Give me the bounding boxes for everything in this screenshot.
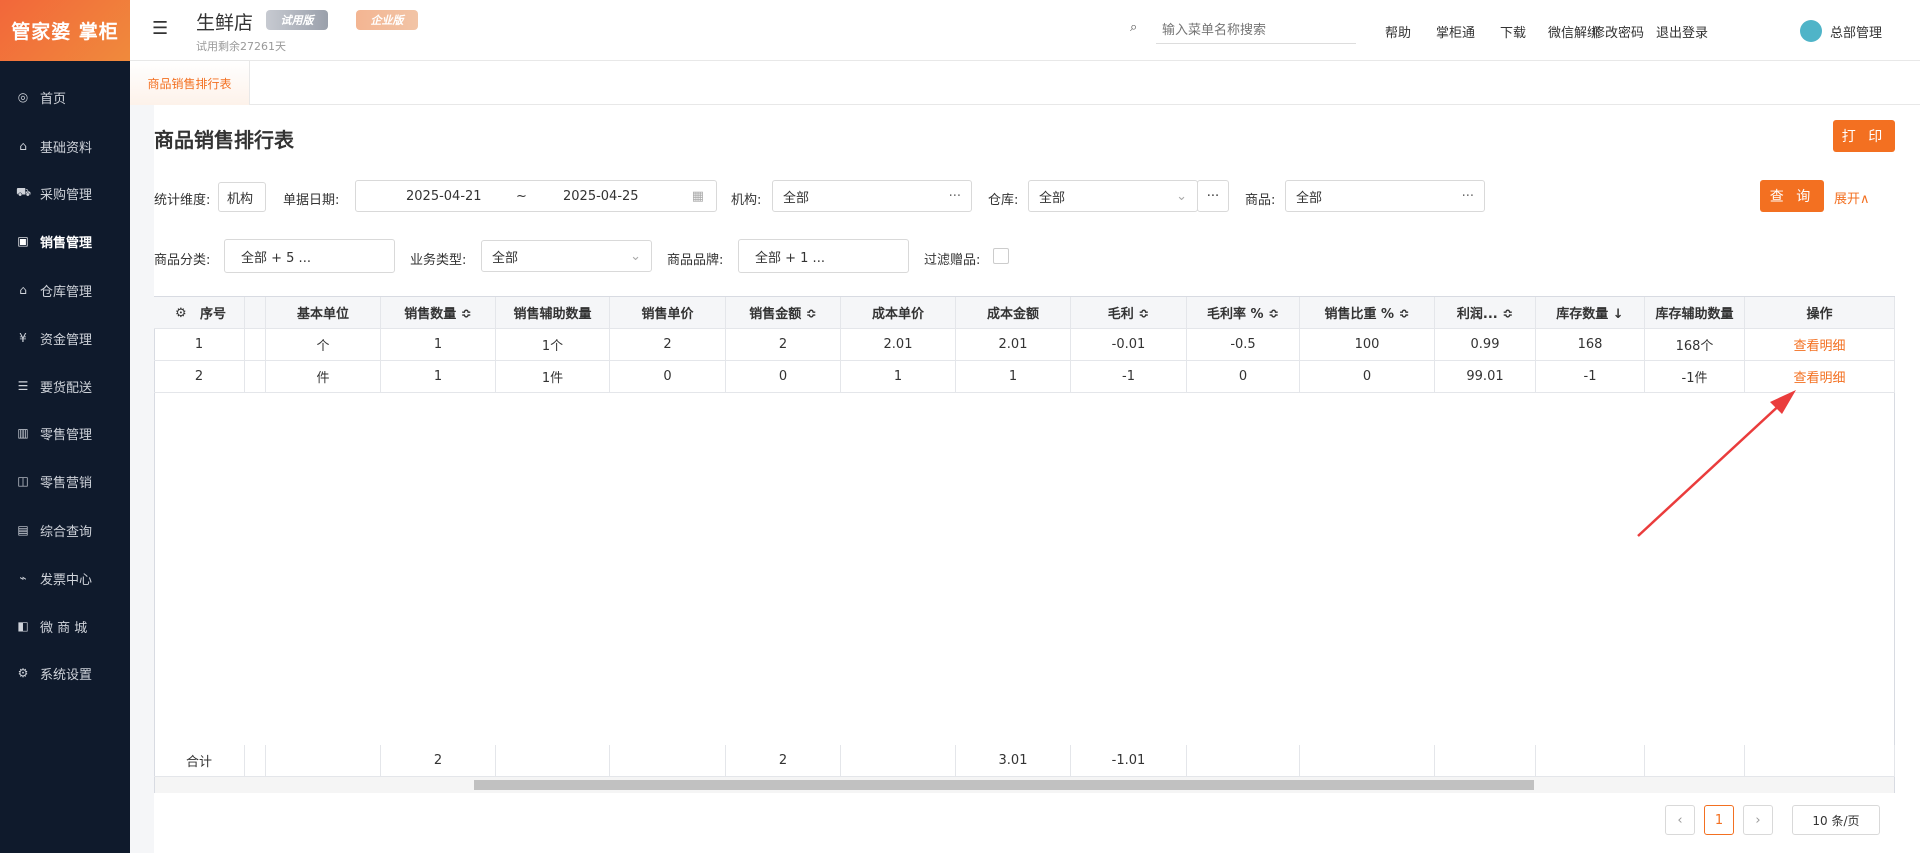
- page-size-select[interactable]: 10 条/页: [1792, 805, 1880, 835]
- prev-page-button[interactable]: ‹: [1665, 805, 1695, 835]
- annotation-arrow: [1637, 390, 1796, 537]
- page-1-button[interactable]: 1: [1704, 805, 1734, 835]
- next-page-button[interactable]: ›: [1743, 805, 1773, 835]
